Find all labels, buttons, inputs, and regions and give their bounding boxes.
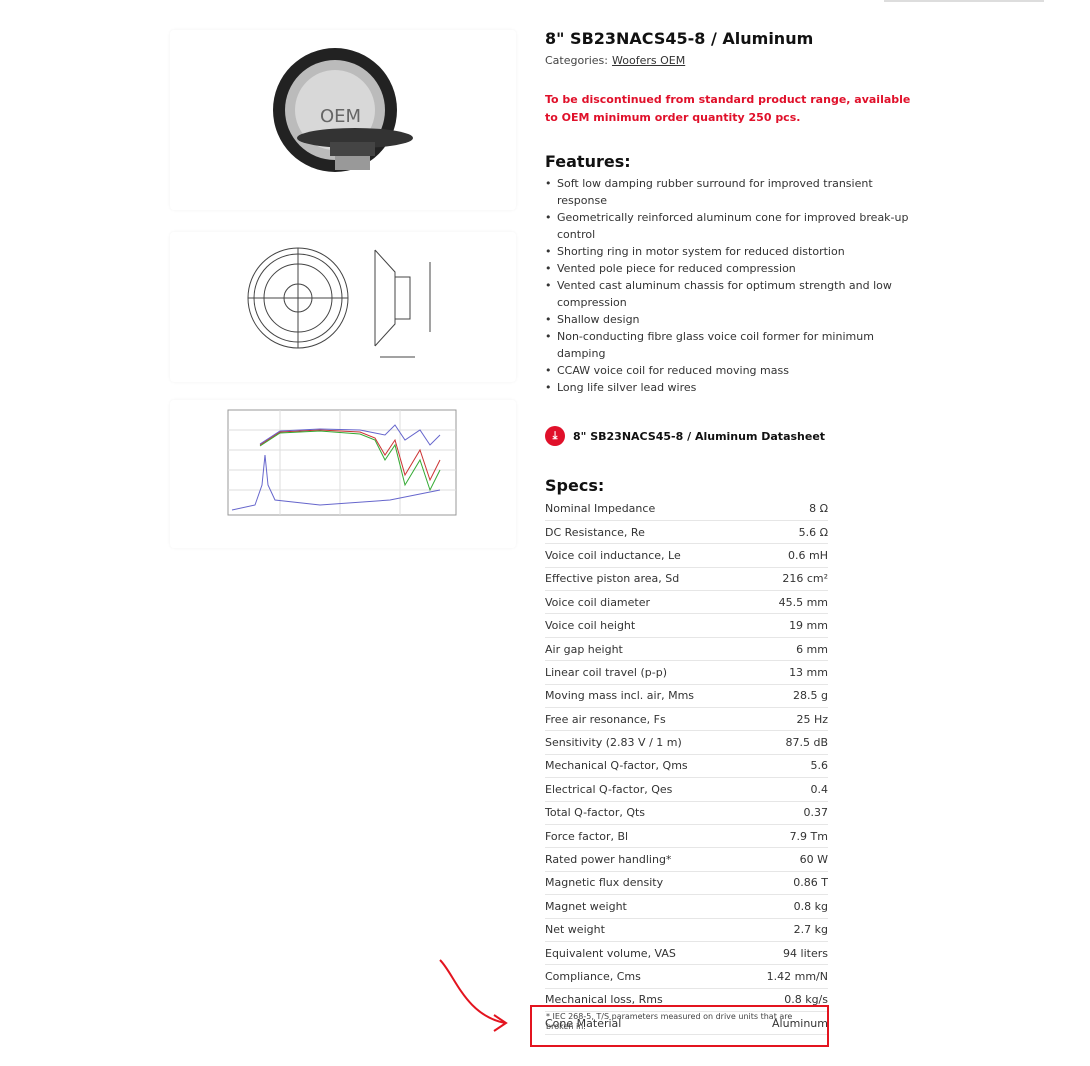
spec-label: Voice coil diameter — [545, 590, 746, 615]
spec-row: Voice coil height 19 mm — [545, 613, 828, 638]
specs-table: Nominal Impedance 8 Ω DC Resistance, Re 5.6… — [545, 497, 828, 1036]
spec-value: 28.5 g — [745, 684, 828, 709]
spec-value: 7.9 Tm — [745, 824, 828, 849]
features-heading: Features: — [545, 152, 631, 171]
spec-value: 2.7 kg — [745, 918, 828, 942]
technical-drawing[interactable] — [170, 232, 516, 382]
frequency-response-chart[interactable] — [170, 400, 516, 548]
spec-label: Mechanical Q-factor, Qms — [545, 754, 746, 779]
spec-value: 0.6 mH — [745, 543, 828, 568]
annotation-arrow-icon — [439, 959, 508, 1032]
spec-row: Effective piston area, Sd 216 cm² — [545, 567, 828, 592]
spec-label: Voice coil height — [545, 613, 746, 638]
spec-value: 5.6 — [745, 754, 828, 779]
feature-item: Vented pole piece for reduced compressio… — [545, 260, 925, 277]
spec-row: Equivalent volume, VAS 94 liters — [545, 941, 828, 966]
categories: Categories: Woofers OEM — [545, 54, 835, 67]
spec-row: Voice coil inductance, Le 0.6 mH — [545, 543, 828, 568]
feature-item: Vented cast aluminum chassis for optimum… — [545, 277, 925, 311]
product-photo[interactable]: OEM — [170, 30, 516, 210]
discontinued-notice: To be discontinued from standard product… — [545, 93, 911, 124]
spec-value: 87.5 dB — [745, 730, 828, 755]
spec-row: Linear coil travel (p-p) 13 mm — [545, 660, 828, 685]
spec-label: Magnet weight — [545, 894, 746, 919]
spec-value: 5.6 Ω — [745, 520, 828, 545]
spec-label: Magnetic flux density — [545, 871, 746, 896]
feature-item: Non-conducting fibre glass voice coil fo… — [545, 328, 925, 362]
spec-label: Sensitivity (2.83 V / 1 m) — [545, 730, 746, 755]
spec-label: Air gap height — [545, 637, 746, 662]
spec-value: 25 Hz — [745, 707, 828, 732]
spec-label: Nominal Impedance — [545, 497, 746, 521]
spec-row: Compliance, Cms 1.42 mm/N — [545, 964, 828, 989]
feature-item: Shorting ring in motor system for reduce… — [545, 243, 925, 260]
spec-value: 0.8 kg — [745, 894, 828, 919]
spec-value: 6 mm — [745, 637, 828, 662]
feature-item: Long life silver lead wires — [545, 379, 925, 396]
oem-badge: OEM — [320, 106, 361, 127]
spec-row: Moving mass incl. air, Mms 28.5 g — [545, 684, 828, 709]
spec-label: Effective piston area, Sd — [545, 567, 746, 592]
spec-label: DC Resistance, Re — [545, 520, 746, 545]
categories-label: Categories: — [545, 54, 608, 67]
spec-label: Rated power handling* — [545, 847, 746, 872]
spec-row: DC Resistance, Re 5.6 Ω — [545, 520, 828, 545]
spec-row: Mechanical Q-factor, Qms 5.6 — [545, 754, 828, 779]
spec-value: 0.4 — [745, 777, 828, 802]
product-title: 8" SB23NACS45-8 / Aluminum — [545, 29, 814, 48]
category-link[interactable]: Woofers OEM — [612, 54, 685, 67]
features-list: Soft low damping rubber surround for imp… — [545, 175, 925, 396]
feature-item: CCAW voice coil for reduced moving mass — [545, 362, 925, 379]
spec-value: 0.37 — [745, 801, 828, 825]
spec-row: Total Q-factor, Qts 0.37 — [545, 801, 828, 825]
spec-row: Voice coil diameter 45.5 mm — [545, 590, 828, 615]
spec-row: Nominal Impedance 8 Ω — [545, 497, 828, 521]
spec-value: 0.86 T — [745, 871, 828, 896]
feature-item: Geometrically reinforced aluminum cone f… — [545, 209, 925, 243]
footnote-highlight: * IEC 268-5, T/S parameters measured on … — [530, 1005, 829, 1047]
spec-value: 13 mm — [745, 660, 828, 685]
spec-value: 94 liters — [745, 941, 828, 966]
datasheet-link[interactable]: ⤓ 8" SB23NACS45-8 / Aluminum Datasheet — [545, 426, 835, 446]
top-bar — [884, 0, 1044, 2]
spec-row: Net weight 2.7 kg — [545, 918, 828, 942]
spec-label: Compliance, Cms — [545, 964, 746, 989]
spec-label: Linear coil travel (p-p) — [545, 660, 746, 685]
feature-item: Shallow design — [545, 311, 925, 328]
download-icon: ⤓ — [545, 426, 565, 446]
footnote: * IEC 268-5, T/S parameters measured on … — [546, 1012, 793, 1031]
spec-label: Electrical Q-factor, Qes — [545, 777, 746, 802]
spec-value: 216 cm² — [745, 567, 828, 592]
spec-row: Rated power handling* 60 W — [545, 847, 828, 872]
spec-row: Sensitivity (2.83 V / 1 m) 87.5 dB — [545, 730, 828, 755]
spec-label: Force factor, Bl — [545, 824, 746, 849]
spec-label: Net weight — [545, 918, 746, 942]
specs-heading: Specs: — [545, 476, 605, 495]
spec-value: 45.5 mm — [745, 590, 828, 615]
spec-row: Free air resonance, Fs 25 Hz — [545, 707, 828, 732]
datasheet-label: 8" SB23NACS45-8 / Aluminum Datasheet — [573, 429, 826, 443]
spec-label: Free air resonance, Fs — [545, 707, 746, 732]
spec-value: 1.42 mm/N — [745, 964, 828, 989]
spec-label: Voice coil inductance, Le — [545, 543, 746, 568]
feature-item: Soft low damping rubber surround for imp… — [545, 175, 925, 209]
spec-row: Force factor, Bl 7.9 Tm — [545, 824, 828, 849]
spec-value: 8 Ω — [745, 497, 828, 521]
spec-row: Magnetic flux density 0.86 T — [545, 871, 828, 896]
spec-value: 19 mm — [745, 613, 828, 638]
spec-row: Electrical Q-factor, Qes 0.4 — [545, 777, 828, 802]
spec-label: Moving mass incl. air, Mms — [545, 684, 746, 709]
spec-label: Total Q-factor, Qts — [545, 801, 746, 825]
spec-row: Air gap height 6 mm — [545, 637, 828, 662]
spec-label: Equivalent volume, VAS — [545, 941, 746, 966]
spec-row: Magnet weight 0.8 kg — [545, 894, 828, 919]
spec-value: 60 W — [745, 847, 828, 872]
